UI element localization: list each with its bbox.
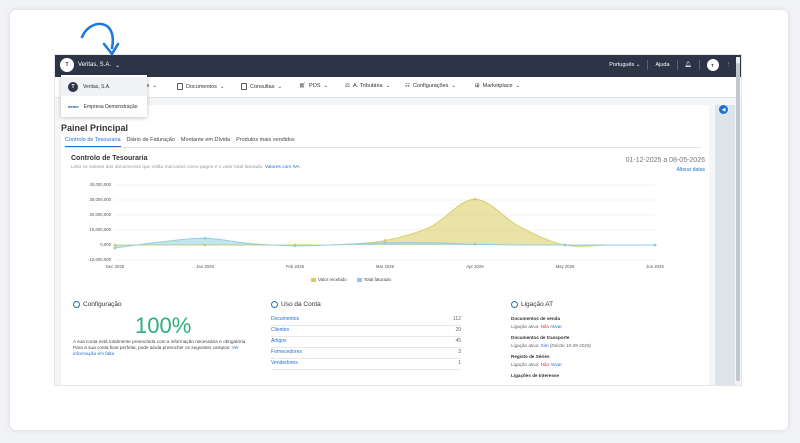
annotation-arrow — [80, 22, 120, 56]
